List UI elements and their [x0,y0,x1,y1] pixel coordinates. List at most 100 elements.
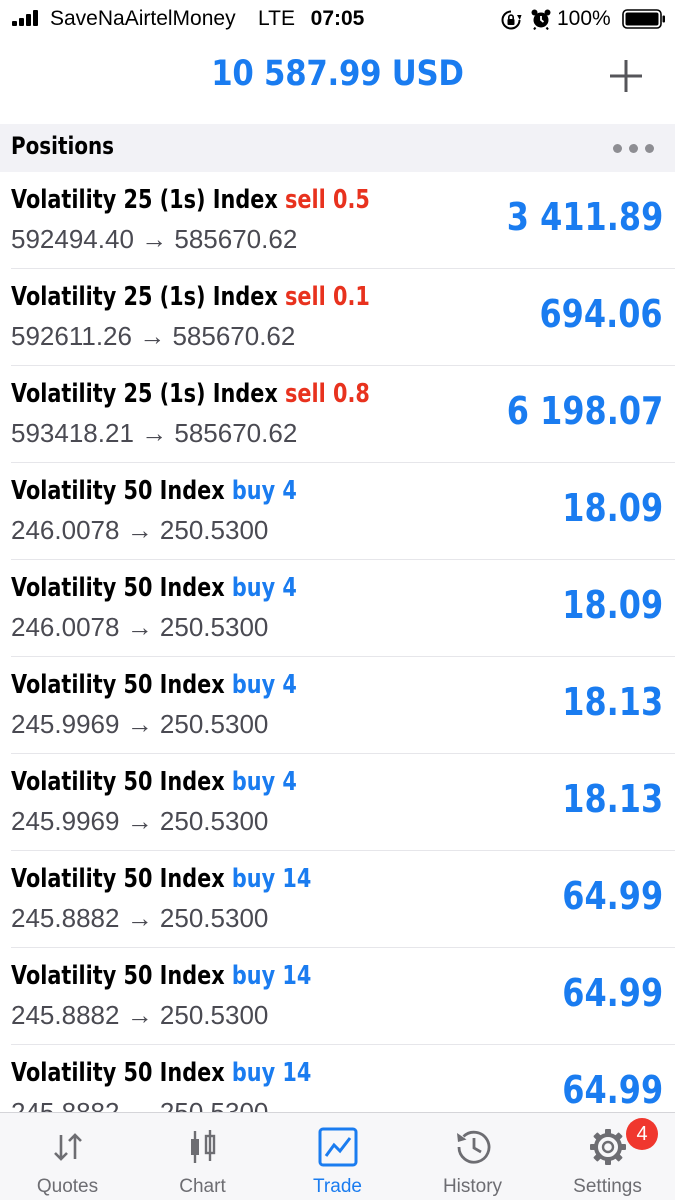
position-row[interactable]: Volatility 50 Index buy 14 245.8882 → 250… [0,948,675,1045]
position-volume: 4 [282,476,297,506]
position-volume: 4 [282,670,297,700]
tab-label: Quotes [36,1176,99,1197]
carrier-name: SaveNaAirtelMoney [50,7,236,30]
position-volume: 14 [282,1058,312,1088]
tab-label: History [442,1176,503,1197]
position-prices: 246.0078 → 250.5300 [11,612,268,643]
position-prices: 592611.26 → 585670.62 [11,321,295,352]
rotation-lock-icon [501,10,522,30]
position-volume: 0.8 [333,379,370,409]
current-price: 250.5300 [159,515,269,545]
position-volume: 0.5 [333,185,370,215]
arrow-right-icon: → [141,224,168,254]
position-title: Volatility 25 (1s) Index sell 0.1 [11,282,370,312]
open-price: 246.0078 [11,612,120,642]
position-profit: 6 198.07 [506,389,663,433]
arrow-right-icon: → [126,903,153,933]
arrow-right-icon: → [126,806,153,836]
position-profit: 694.06 [539,292,663,336]
alarm-clock-icon [531,9,551,30]
position-row[interactable]: Volatility 25 (1s) Index sell 0.1 592611.… [0,269,675,366]
current-price: 585670.62 [174,418,298,448]
battery-percentage: 100% [557,7,611,30]
position-row[interactable]: Volatility 50 Index buy 14 245.8882 → 250… [0,1045,675,1112]
position-profit: 18.09 [562,486,663,530]
position-profit: 64.99 [562,971,663,1015]
tab-chart[interactable]: Chart [135,1113,270,1200]
position-row[interactable]: Volatility 50 Index buy 4 245.9969 → 250.… [0,754,675,851]
position-title: Volatility 50 Index buy 4 [11,670,297,700]
status-time: 07:05 [310,7,365,30]
position-side: sell [285,379,326,409]
position-side: buy [231,670,276,700]
position-side: sell [285,282,326,312]
current-price: 585670.62 [172,321,296,351]
position-title: Volatility 50 Index buy 14 [11,1058,311,1088]
section-title: Positions [11,132,115,160]
plus-icon[interactable] [608,58,644,94]
position-volume: 14 [282,961,312,991]
position-prices: 245.9969 → 250.5300 [11,806,268,837]
tab-trade[interactable]: Trade [270,1113,405,1200]
position-profit: 18.13 [562,680,663,724]
position-prices: 592494.40 → 585670.62 [11,224,297,255]
battery-icon [622,9,665,29]
current-price: 250.5300 [159,903,269,933]
position-volume: 14 [282,864,312,894]
arrow-right-icon: → [141,418,168,448]
positions-list: Volatility 25 (1s) Index sell 0.5 592494.… [0,172,675,1112]
position-title: Volatility 50 Index buy 4 [11,476,297,506]
cellular-signal-icon [12,10,42,26]
open-price: 245.8882 [11,903,120,933]
open-price: 245.9969 [11,806,120,836]
open-price: 246.0078 [11,515,120,545]
position-symbol: Volatility 25 (1s) Index [11,379,278,409]
position-row[interactable]: Volatility 50 Index buy 4 246.0078 → 250.… [0,463,675,560]
arrow-right-icon: → [126,1000,153,1030]
position-prices: 245.8882 → 250.5300 [11,903,268,934]
position-title: Volatility 50 Index buy 14 [11,864,311,894]
position-symbol: Volatility 25 (1s) Index [11,185,278,215]
position-row[interactable]: Volatility 25 (1s) Index sell 0.8 593418.… [0,366,675,463]
current-price: 250.5300 [159,709,269,739]
position-side: buy [231,961,276,991]
trade-header: 10 587.99 USD [0,38,675,124]
tab-quotes[interactable]: Quotes [0,1113,135,1200]
current-price: 250.5300 [159,1000,269,1030]
position-volume: 4 [282,573,297,603]
open-price: 245.8882 [11,1097,120,1112]
position-row[interactable]: Volatility 50 Index buy 4 245.9969 → 250.… [0,657,675,754]
status-bar: SaveNaAirtelMoney LTE 07:05 100% [0,0,675,38]
open-price: 245.8882 [11,1000,120,1030]
position-profit: 3 411.89 [506,195,663,239]
current-price: 250.5300 [159,1097,269,1112]
open-price: 245.9969 [11,709,120,739]
position-side: sell [285,185,326,215]
position-prices: 245.8882 → 250.5300 [11,1000,268,1031]
position-profit: 18.09 [562,583,663,627]
arrow-right-icon: → [126,515,153,545]
position-profit: 64.99 [562,874,663,918]
position-title: Volatility 50 Index buy 14 [11,961,311,991]
position-prices: 593418.21 → 585670.62 [11,418,297,449]
current-price: 250.5300 [159,806,269,836]
position-symbol: Volatility 25 (1s) Index [11,282,278,312]
tab-settings[interactable]: 4 Settings [540,1113,675,1200]
position-prices: 245.8882 → 250.5300 [11,1097,268,1112]
position-title: Volatility 25 (1s) Index sell 0.5 [11,185,370,215]
quotes-arrows-icon [54,1133,82,1161]
position-row[interactable]: Volatility 50 Index buy 4 246.0078 → 250.… [0,560,675,657]
tab-label: Trade [313,1176,362,1197]
tab-label: Chart [179,1176,226,1197]
position-row[interactable]: Volatility 25 (1s) Index sell 0.5 592494.… [0,172,675,269]
arrow-right-icon: → [126,612,153,642]
more-dots-icon[interactable] [613,144,655,154]
arrow-right-icon: → [139,321,166,351]
account-balance: 10 587.99 USD [211,54,464,94]
candlestick-chart-icon [191,1130,216,1163]
tab-label: Settings [573,1176,642,1197]
tab-history[interactable]: History [405,1113,540,1200]
positions-section-header: Positions [0,124,675,172]
position-row[interactable]: Volatility 50 Index buy 14 245.8882 → 250… [0,851,675,948]
arrow-right-icon: → [126,1097,153,1112]
